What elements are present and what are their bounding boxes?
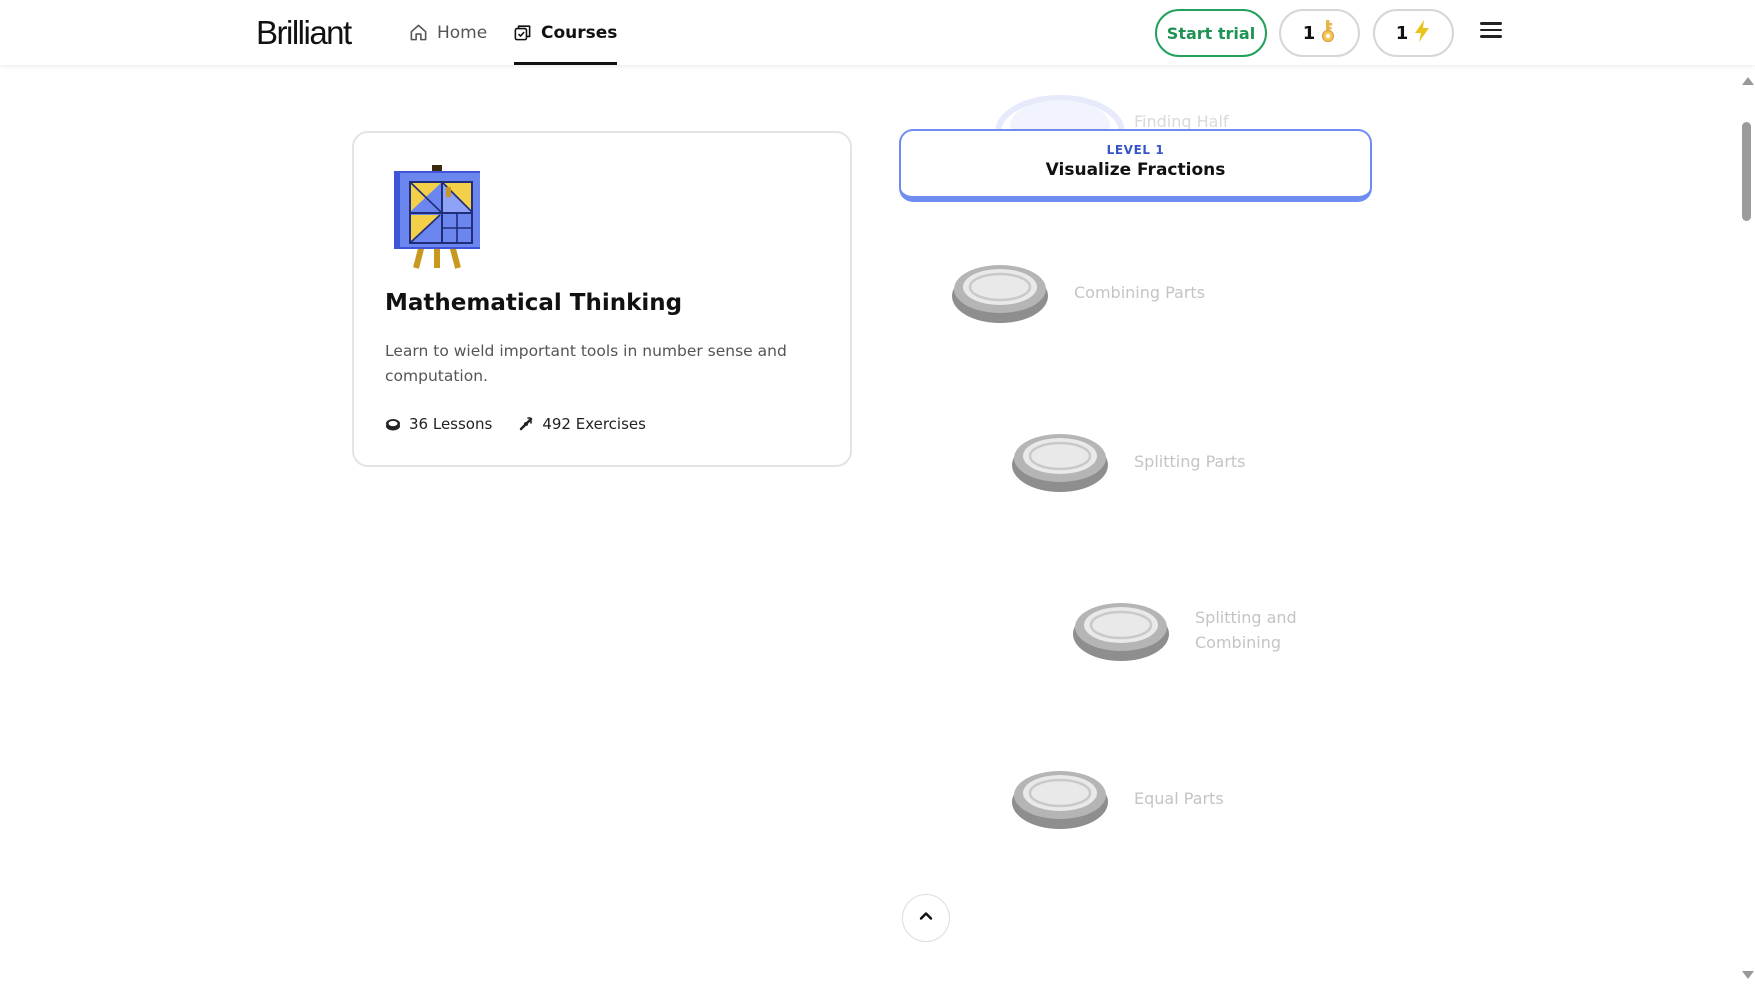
level-tag: LEVEL 1 — [1106, 143, 1165, 157]
scroll-to-top-button[interactable] — [902, 894, 950, 942]
lesson-node-splitting-and-combining[interactable] — [1072, 600, 1170, 662]
lesson-label-splitting-and-combining: Splitting and Combining — [1195, 608, 1297, 652]
nav-courses[interactable]: Courses — [513, 0, 618, 65]
exercises-icon — [518, 416, 534, 432]
page-scrollbar[interactable] — [1738, 65, 1755, 987]
nav-home-label: Home — [437, 22, 488, 43]
keys-count: 1 — [1302, 22, 1316, 44]
key-icon — [1320, 19, 1336, 48]
start-trial-button[interactable]: Start trial — [1155, 9, 1267, 57]
course-title: Mathematical Thinking — [385, 290, 683, 316]
chevron-up-icon — [917, 907, 935, 929]
lesson-label-combining-parts: Combining Parts — [1074, 283, 1206, 302]
level-name: Visualize Fractions — [1045, 160, 1226, 180]
lesson-label-splitting-parts: Splitting Parts — [1134, 452, 1246, 471]
lesson-label-equal-parts: Equal Parts — [1134, 789, 1224, 808]
course-description: Learn to wield important tools in number… — [385, 342, 787, 385]
course-card: Mathematical Thinking Learn to wield imp… — [352, 131, 852, 467]
courses-icon — [513, 23, 532, 42]
lesson-node-combining-parts[interactable] — [951, 262, 1049, 324]
scroll-up-arrow-icon[interactable] — [1742, 77, 1754, 85]
lesson-node-splitting-parts[interactable] — [1011, 431, 1109, 493]
top-navigation-bar: Brilliant Home Courses Start trial 1 1 — [0, 0, 1755, 65]
course-stats: 36 Lessons 492 Exercises — [385, 415, 646, 433]
lightning-bolt-icon — [1413, 19, 1431, 48]
course-easel-illustration — [392, 165, 482, 269]
lessons-count: 36 Lessons — [409, 415, 493, 433]
exercises-count: 492 Exercises — [542, 415, 646, 433]
nav-home[interactable]: Home — [409, 0, 487, 65]
hamburger-menu-icon[interactable] — [1480, 22, 1502, 44]
nav-courses-label: Courses — [541, 22, 618, 43]
level-banner[interactable]: LEVEL 1 Visualize Fractions — [899, 129, 1372, 202]
lessons-icon — [385, 416, 401, 432]
scrollbar-thumb[interactable] — [1742, 122, 1751, 221]
scroll-down-arrow-icon[interactable] — [1742, 971, 1754, 979]
energy-counter-button[interactable]: 1 — [1373, 9, 1454, 57]
lesson-node-equal-parts[interactable] — [1011, 768, 1109, 830]
keys-counter-button[interactable]: 1 — [1279, 9, 1360, 57]
home-icon — [409, 23, 428, 42]
energy-count: 1 — [1395, 22, 1409, 44]
brilliant-logo[interactable]: Brilliant — [256, 14, 352, 52]
